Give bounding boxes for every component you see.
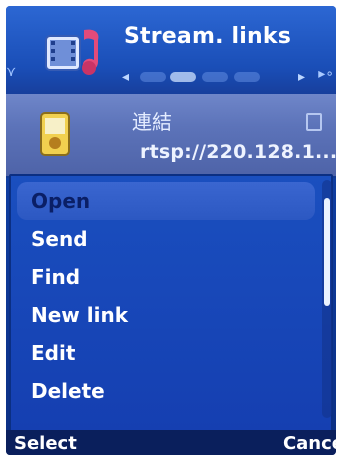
menu-item-edit[interactable]: Edit: [11, 334, 321, 372]
page-title: Stream. links: [124, 24, 291, 49]
scrollbar[interactable]: [322, 180, 332, 418]
menu-item-delete[interactable]: Delete: [11, 372, 321, 410]
display: Stream. links ⋎ ◂ ▸ ▸∘ 連結 rtsp://220.128…: [6, 6, 336, 455]
header-bar: Stream. links ⋎ ◂ ▸ ▸∘: [6, 6, 336, 94]
menu-item-new-link[interactable]: New link: [11, 296, 321, 334]
chevron-right-icon[interactable]: ▸: [298, 69, 305, 85]
right-indicator-icon: ▸∘: [318, 66, 334, 82]
menu-list: Open Send Find New link Edit Delete: [11, 182, 321, 410]
media-film-note-icon: [45, 29, 99, 75]
tab-placeholder-icon[interactable]: [140, 72, 166, 82]
tab-current-icon[interactable]: [170, 72, 196, 82]
tab-strip[interactable]: ◂ ▸: [122, 68, 312, 86]
softkey-right[interactable]: Cance: [283, 433, 336, 454]
item-badge-icon: [306, 113, 322, 131]
tab-placeholder-icon[interactable]: [202, 72, 228, 82]
softkey-bar: Select Cance: [6, 430, 336, 455]
item-url: rtsp://220.128.1...: [140, 141, 336, 163]
menu-item-send[interactable]: Send: [11, 220, 321, 258]
item-title: 連結: [132, 110, 172, 134]
menu-item-find[interactable]: Find: [11, 258, 321, 296]
selected-item-panel[interactable]: 連結 rtsp://220.128.1...: [6, 94, 336, 178]
softkey-left[interactable]: Select: [14, 433, 77, 454]
menu-item-open[interactable]: Open: [17, 182, 315, 220]
scrollbar-thumb[interactable]: [324, 198, 330, 306]
phone-screen: Stream. links ⋎ ◂ ▸ ▸∘ 連結 rtsp://220.128…: [0, 0, 342, 457]
media-file-icon: [40, 112, 70, 156]
tab-placeholder-icon[interactable]: [234, 72, 260, 82]
context-menu: Open Send Find New link Edit Delete: [9, 174, 333, 432]
left-indicator-icon: ⋎: [6, 64, 17, 80]
chevron-left-icon[interactable]: ◂: [122, 69, 129, 85]
